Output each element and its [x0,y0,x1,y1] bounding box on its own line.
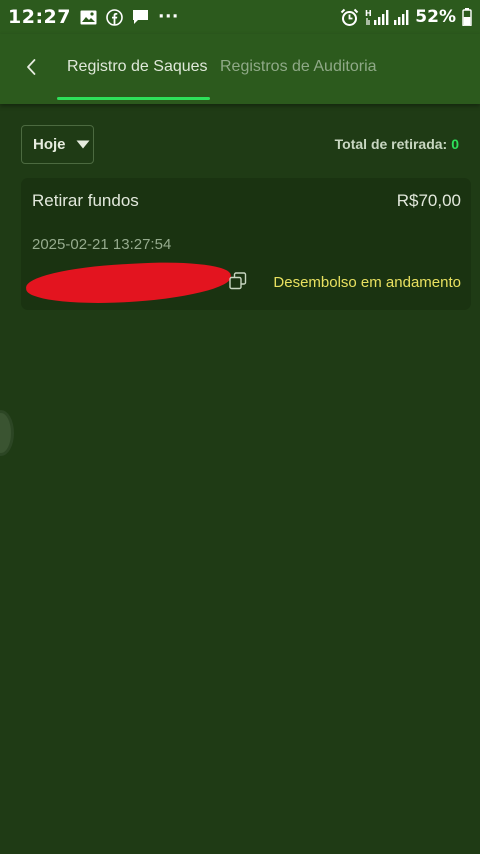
app-header: Registro de Saques Registros de Auditori… [0,34,480,104]
tab-registros-de-auditoria[interactable]: Registros de Auditoria [220,58,377,76]
chevron-left-icon [25,58,37,81]
active-tab-indicator [57,97,210,100]
svg-text:H: H [365,9,372,18]
record-status: Desembolso em andamento [273,274,461,291]
date-filter-label: Hoje [33,136,66,153]
battery-icon [462,8,472,26]
image-icon [80,10,97,25]
redaction-scribble [25,258,232,308]
record-order-id-redacted [25,258,232,308]
back-button[interactable] [18,56,44,82]
record-amount: R$70,00 [396,191,461,210]
alarm-icon [340,8,359,27]
total-withdrawal-value: 0 [451,136,459,152]
withdrawal-record-card[interactable]: Retirar fundos R$70,00 2025-02-21 13:27:… [21,178,471,310]
status-time: 12:27 [8,6,71,28]
date-filter-dropdown[interactable]: Hoje [21,125,94,164]
chat-icon [132,9,149,25]
record-datetime: 2025-02-21 13:27:54 [32,236,172,253]
signal-icon: H [365,8,409,26]
copy-button[interactable] [229,272,249,292]
more-notifications: ··· [157,7,179,27]
status-bar: 12:27 ··· H 52% [0,0,480,34]
total-withdrawal-label: Total de retirada: [334,136,448,152]
main-content: Hoje Total de retirada: 0 Retirar fundos … [0,104,480,854]
copy-icon [229,272,247,294]
record-title: Retirar fundos [32,191,139,210]
battery-percent: 52% [415,7,456,27]
total-withdrawal: Total de retirada: 0 [335,136,459,152]
caret-down-icon [76,136,90,153]
floating-side-handle[interactable] [0,410,14,456]
facebook-icon [106,8,123,26]
tab-registro-de-saques[interactable]: Registro de Saques [67,58,208,76]
